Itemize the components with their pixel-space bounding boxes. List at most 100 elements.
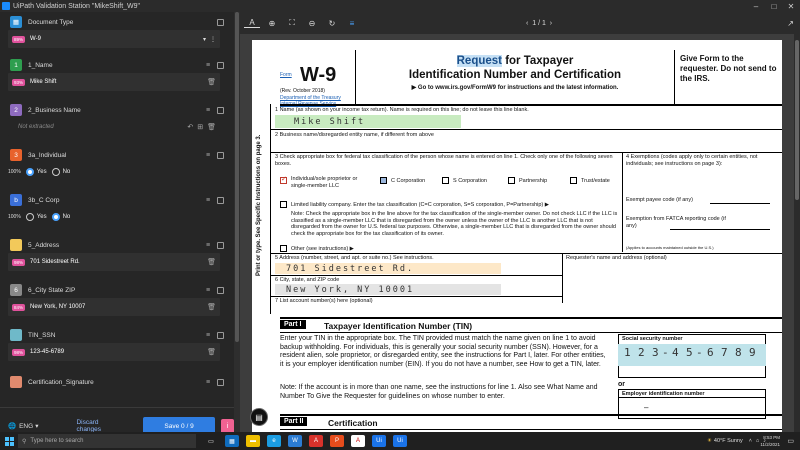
field-number: 6	[10, 284, 22, 296]
title-request: Request	[456, 55, 502, 67]
lines-icon[interactable]: ≡	[206, 379, 213, 386]
checkbox-icon[interactable]	[217, 378, 224, 386]
radio-yes-label: Yes	[36, 214, 47, 220]
line1-handwriting: Mike Shift	[294, 117, 366, 127]
field-value-input[interactable]: Not extracted ↶ ⊞ 🗑	[8, 118, 220, 136]
uipath-studio-icon[interactable]: Ui	[393, 435, 407, 447]
lines-icon[interactable]: ≡	[206, 107, 213, 114]
lines-icon[interactable]: ≡	[206, 332, 213, 339]
exemptions-label: 4 Exemptions (codes apply only to certai…	[626, 154, 758, 167]
checkbox-s-corp[interactable]	[442, 177, 449, 184]
lines-icon[interactable]: ≡	[206, 287, 213, 294]
start-button[interactable]	[2, 432, 16, 450]
adobe-icon[interactable]: A	[351, 435, 365, 447]
maximize-icon[interactable]: □	[766, 0, 782, 12]
radio-yes[interactable]	[25, 213, 34, 221]
field-value-input[interactable]: 98% 701 Sidestreet Rd. 🗑	[8, 253, 220, 271]
field-name: 5_Address	[28, 241, 60, 249]
checkbox-icon[interactable]	[217, 151, 224, 159]
collapse-icon[interactable]: ↗	[787, 19, 794, 28]
chevron-up-icon[interactable]: ˄	[749, 438, 752, 444]
add-icon[interactable]: ⊞	[197, 123, 203, 131]
checkbox-trust[interactable]	[570, 177, 577, 184]
give-form-note: Give Form to the requester. Do not send …	[674, 50, 782, 104]
trash-icon[interactable]: 🗑	[207, 258, 216, 266]
more-icon[interactable]: ⋮	[210, 36, 216, 43]
checkbox-icon[interactable]	[217, 18, 224, 26]
checkbox-partnership[interactable]	[508, 177, 515, 184]
field-value-input[interactable]: 98% 123-45-6789 🗑	[8, 343, 220, 361]
field-value-input[interactable]: 84% New York, NY 10007 🗑	[8, 298, 220, 316]
prev-page-icon[interactable]: ‹	[526, 20, 528, 27]
powerpoint-icon[interactable]: P	[330, 435, 344, 447]
minimize-icon[interactable]: –	[748, 0, 764, 12]
checkbox-icon[interactable]	[217, 286, 224, 294]
field-tin-ssn: TIN_SSN ≡ 98% 123-45-6789 🗑	[0, 327, 234, 361]
word-icon[interactable]: W	[288, 435, 302, 447]
lines-icon[interactable]: ≡	[206, 152, 213, 159]
checkbox-icon[interactable]	[217, 241, 224, 249]
checkbox-llc[interactable]	[280, 201, 287, 208]
highlight-icon[interactable]: ≡	[344, 19, 360, 28]
checkbox-icon[interactable]	[217, 331, 224, 339]
text-select-icon[interactable]: A	[244, 18, 260, 28]
fit-page-icon[interactable]: ⛶	[284, 18, 300, 28]
lines-icon[interactable]: ≡	[206, 62, 213, 69]
next-page-icon[interactable]: ›	[550, 20, 552, 27]
notification-icon[interactable]: ▭	[787, 437, 794, 445]
ssn-digit: 6	[707, 346, 714, 359]
checkbox-individual[interactable]: ✓	[280, 176, 287, 184]
page-indicator: ‹ 1 / 1 ›	[526, 20, 552, 27]
edge-icon[interactable]: e	[267, 435, 281, 447]
info-button[interactable]: i	[221, 418, 234, 432]
checkbox-c-corp[interactable]	[380, 177, 387, 184]
viewer-scrollbar[interactable]	[794, 34, 800, 432]
window-title: UiPath Validation Station "MikeShift_W9"	[13, 2, 141, 10]
save-button[interactable]: Save 0 / 9	[143, 417, 216, 432]
pdf-icon[interactable]: A	[309, 435, 323, 447]
undo-icon[interactable]: ↶	[187, 123, 193, 131]
widgets-icon[interactable]: ▦	[225, 435, 239, 447]
close-icon[interactable]: ✕	[783, 0, 799, 12]
trash-icon[interactable]: 🗑	[207, 123, 216, 131]
fields-panel: ▦ Document Type 89% W-9 ▾ ⋮ 1 1_Name ≡ 9…	[0, 12, 234, 432]
zoom-out-icon[interactable]: ⊖	[304, 19, 320, 28]
chat-icon[interactable]: ▤	[250, 408, 268, 426]
checkbox-other[interactable]	[280, 245, 287, 252]
chevron-down-icon: ▾	[35, 423, 39, 430]
radio-no[interactable]	[51, 213, 60, 221]
trash-icon[interactable]: 🗑	[207, 348, 216, 356]
trash-icon[interactable]: 🗑	[207, 303, 216, 311]
chevron-down-icon[interactable]: ▾	[203, 36, 206, 43]
field-name: 1_Name	[28, 61, 53, 69]
zoom-in-icon[interactable]: ⊕	[264, 19, 280, 28]
applies-note: (Applies to accounts maintained outside …	[626, 245, 714, 250]
radio-yes[interactable]	[25, 168, 34, 176]
checkbox-icon[interactable]	[217, 61, 224, 69]
network-icon[interactable]: ⌂	[756, 438, 759, 444]
rotate-icon[interactable]: ↻	[324, 19, 340, 28]
ssn-digit: 4	[672, 346, 679, 359]
form-id-block: Form W-9 (Rev. October 2018) Department …	[280, 50, 356, 107]
part2-title: Certification	[328, 418, 378, 428]
discard-changes-button[interactable]: Discard changes	[76, 419, 118, 432]
window-titlebar: UiPath Validation Station "MikeShift_W9"…	[0, 0, 800, 12]
ssn-digit: 5	[686, 346, 693, 359]
field-value-input[interactable]: 93% Mike Shift 🗑	[8, 73, 220, 91]
lines-icon[interactable]: ≡	[206, 242, 213, 249]
radio-no[interactable]	[51, 168, 60, 176]
taskbar-search[interactable]: ⚲ Type here to search	[18, 434, 196, 448]
search-placeholder: Type here to search	[30, 438, 84, 444]
language-selector[interactable]: 🌐 ENG ▾	[8, 422, 39, 431]
confidence-badge: 89%	[12, 35, 26, 43]
document-type-select[interactable]: 89% W-9 ▾ ⋮	[8, 30, 220, 48]
checkbox-icon[interactable]	[217, 196, 224, 204]
checkbox-icon[interactable]	[217, 106, 224, 114]
uipath-icon[interactable]: Ui	[372, 435, 386, 447]
task-view-icon[interactable]: ▭	[204, 435, 218, 447]
lines-icon[interactable]: ≡	[206, 197, 213, 204]
trash-icon[interactable]: 🗑	[207, 78, 216, 86]
clock[interactable]: 8:53 PM 11/2/2021	[760, 434, 780, 448]
file-explorer-icon[interactable]: ▬	[246, 435, 260, 447]
clock-time: 8:53 PM	[763, 435, 780, 440]
